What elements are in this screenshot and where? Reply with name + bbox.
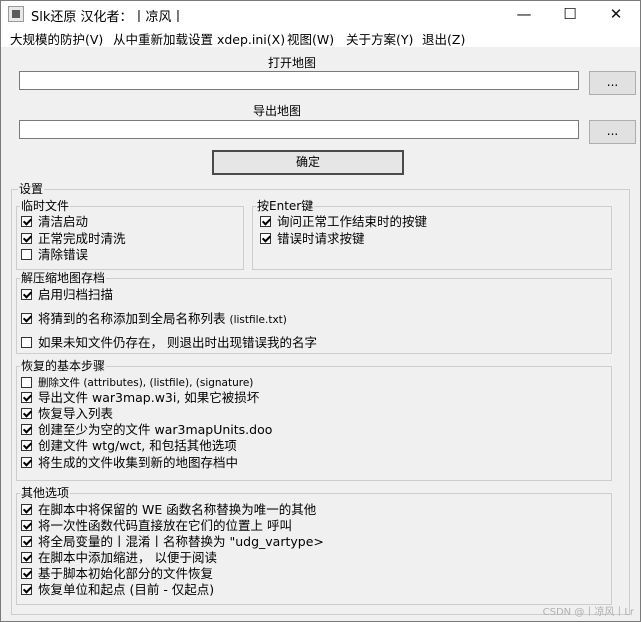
archive-legend: 解压缩地图存档 xyxy=(20,271,107,285)
checkbox-checked-icon xyxy=(21,536,32,547)
clean-on-error-checkbox[interactable]: 清除错误 xyxy=(21,248,88,262)
restore-units-checkbox[interactable]: 恢复单位和起点 (目前 - 仅起点) xyxy=(21,583,214,597)
menu-reload-settings[interactable]: 从中重新加载设置 xdep.ini(X) xyxy=(113,29,285,48)
checkbox-unchecked-icon xyxy=(21,249,32,260)
menu-about[interactable]: 关于方案(Y) xyxy=(346,29,413,48)
maximize-button[interactable]: ☐ xyxy=(547,1,593,27)
inline-functions-label: 将一次性函数代码直接放在它们的位置上 呼叫 xyxy=(38,518,292,533)
menu-bar: 大规模的防护(V) 从中重新加载设置 xdep.ini(X) 视图(W) 关于方… xyxy=(1,27,640,47)
confirm-button[interactable]: 确定 xyxy=(212,150,404,175)
clean-on-success-label: 正常完成时清洗 xyxy=(38,231,126,246)
minimize-button[interactable]: — xyxy=(501,1,547,27)
export-map-input[interactable] xyxy=(19,120,579,139)
export-w3i-checkbox[interactable]: 导出文件 war3map.w3i, 如果它被损坏 xyxy=(21,391,259,405)
restore-from-init-checkbox[interactable]: 基于脚本初始化部分的文件恢复 xyxy=(21,567,213,581)
restore-import-list-label: 恢复导入列表 xyxy=(38,406,114,421)
clean-start-checkbox[interactable]: 清洁启动 xyxy=(21,215,88,229)
clean-on-error-label: 清除错误 xyxy=(38,247,89,262)
menu-view[interactable]: 视图(W) xyxy=(287,29,334,48)
checkbox-unchecked-icon xyxy=(21,377,32,388)
restore-import-list-checkbox[interactable]: 恢复导入列表 xyxy=(21,407,113,421)
checkbox-checked-icon xyxy=(21,313,32,324)
add-indentation-label: 在脚本中添加缩进， 以便于阅读 xyxy=(38,550,217,565)
unknown-files-error-label: 如果未知文件仍存在， 则退出时出现错误我的名字 xyxy=(38,335,317,350)
title-bar: Slk还原 汉化者：丨凉风丨 — ☐ ✕ xyxy=(1,1,640,27)
create-wtg-wct-label: 创建文件 wtg/wct, 和包括其他选项 xyxy=(38,438,237,453)
settings-legend: 设置 xyxy=(18,182,45,196)
window-title: Slk还原 汉化者：丨凉风丨 xyxy=(31,10,185,25)
checkbox-checked-icon xyxy=(21,584,32,595)
open-map-input[interactable] xyxy=(19,71,579,90)
close-button[interactable]: ✕ xyxy=(593,1,639,27)
replace-we-names-checkbox[interactable]: 在脚本中将保留的 WE 函数名称替换为唯一的其他 xyxy=(21,503,316,517)
app-icon xyxy=(8,6,24,22)
restore-units-label: 恢复单位和起点 (目前 - 仅起点) xyxy=(38,582,215,597)
collect-to-archive-checkbox[interactable]: 将生成的文件收集到新的地图存档中 xyxy=(21,456,238,470)
main-window: Slk还原 汉化者：丨凉风丨 — ☐ ✕ 大规模的防护(V) 从中重新加载设置 … xyxy=(0,0,641,622)
replace-we-names-label: 在脚本中将保留的 WE 函数名称替换为唯一的其他 xyxy=(38,502,317,517)
ask-key-on-error-checkbox[interactable]: 错误时请求按键 xyxy=(260,232,365,246)
unknown-files-error-checkbox[interactable]: 如果未知文件仍存在， 则退出时出现错误我的名字 xyxy=(21,336,317,350)
add-indentation-checkbox[interactable]: 在脚本中添加缩进， 以便于阅读 xyxy=(21,551,217,565)
checkbox-checked-icon xyxy=(21,233,32,244)
export-w3i-label: 导出文件 war3map.w3i, 如果它被损坏 xyxy=(38,390,260,405)
clean-start-label: 清洁启动 xyxy=(38,214,89,229)
checkbox-checked-icon xyxy=(260,216,271,227)
checkbox-checked-icon xyxy=(21,520,32,531)
press-enter-legend: 按Enter键 xyxy=(256,199,315,213)
other-options-legend: 其他选项 xyxy=(20,486,71,500)
delete-files-checkbox[interactable]: 删除文件 (attributes), (listfile), (signatur… xyxy=(21,376,253,390)
collect-to-archive-label: 将生成的文件收集到新的地图存档中 xyxy=(38,455,239,470)
add-guessed-names-label: 将猜到的名称添加到全局名称列表 xyxy=(38,311,226,326)
create-units-doo-checkbox[interactable]: 创建至少为空的文件 war3mapUnits.doo xyxy=(21,423,272,437)
checkbox-checked-icon xyxy=(21,216,32,227)
temp-files-legend: 临时文件 xyxy=(20,199,71,213)
listfile-hint: (listfile.txt) xyxy=(229,314,287,326)
checkbox-checked-icon xyxy=(21,392,32,403)
checkbox-checked-icon xyxy=(260,233,271,244)
clean-on-success-checkbox[interactable]: 正常完成时清洗 xyxy=(21,232,126,246)
checkbox-checked-icon xyxy=(21,440,32,451)
open-map-browse-button[interactable]: ... xyxy=(589,71,636,95)
checkbox-checked-icon xyxy=(21,457,32,468)
checkbox-checked-icon xyxy=(21,408,32,419)
ask-key-on-error-label: 错误时请求按键 xyxy=(277,231,365,246)
ask-key-on-finish-checkbox[interactable]: 询问正常工作结束时的按键 xyxy=(260,215,427,229)
rename-globals-label: 将全局变量的丨混淆丨名称替换为 "udg_vartype> xyxy=(38,534,324,549)
create-units-doo-label: 创建至少为空的文件 war3mapUnits.doo xyxy=(38,422,273,437)
open-map-label: 打开地图 xyxy=(268,56,317,70)
checkbox-checked-icon xyxy=(21,568,32,579)
checkbox-checked-icon xyxy=(21,552,32,563)
checkbox-checked-icon xyxy=(21,289,32,300)
checkbox-unchecked-icon xyxy=(21,337,32,348)
checkbox-checked-icon xyxy=(21,504,32,515)
inline-functions-checkbox[interactable]: 将一次性函数代码直接放在它们的位置上 呼叫 xyxy=(21,519,292,533)
export-map-label: 导出地图 xyxy=(253,104,302,118)
watermark: CSDN @丨凉风丨Lr xyxy=(542,607,634,618)
rename-globals-checkbox[interactable]: 将全局变量的丨混淆丨名称替换为 "udg_vartype> xyxy=(21,535,324,549)
ask-key-on-finish-label: 询问正常工作结束时的按键 xyxy=(277,214,428,229)
create-wtg-wct-checkbox[interactable]: 创建文件 wtg/wct, 和包括其他选项 xyxy=(21,439,237,453)
restore-from-init-label: 基于脚本初始化部分的文件恢复 xyxy=(38,566,214,581)
checkbox-checked-icon xyxy=(21,424,32,435)
archive-scan-checkbox[interactable]: 启用归档扫描 xyxy=(21,288,113,302)
add-guessed-names-checkbox[interactable]: 将猜到的名称添加到全局名称列表 (listfile.txt) xyxy=(21,312,287,326)
menu-protection[interactable]: 大规模的防护(V) xyxy=(10,29,103,48)
delete-files-label: 删除文件 (attributes), (listfile), (signatur… xyxy=(38,377,254,389)
menu-exit[interactable]: 退出(Z) xyxy=(422,29,465,48)
archive-scan-label: 启用归档扫描 xyxy=(38,287,114,302)
recover-legend: 恢复的基本步骤 xyxy=(20,359,107,373)
export-map-browse-button[interactable]: ... xyxy=(589,120,636,144)
